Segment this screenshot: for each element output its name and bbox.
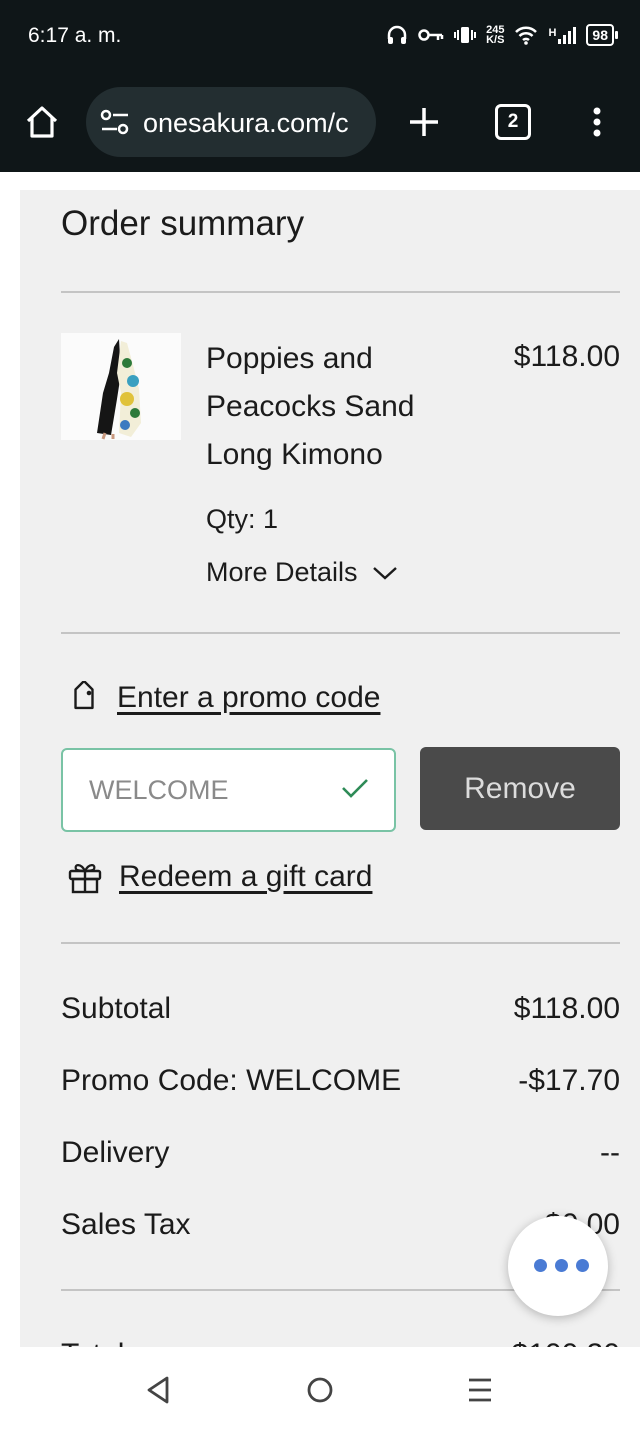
product-image[interactable] <box>61 333 181 440</box>
signal-icon: H <box>548 26 577 44</box>
page-content: Order summary Poppies and Peacocks Sand … <box>0 172 640 1347</box>
gift-icon <box>68 864 102 894</box>
home-icon[interactable] <box>22 102 62 142</box>
chevron-down-icon <box>372 566 397 580</box>
check-icon <box>342 779 368 798</box>
promo-value: -$17.70 <box>518 1064 620 1097</box>
address-bar[interactable]: onesakura.com/c <box>86 87 376 157</box>
headphones-icon <box>387 25 407 44</box>
tab-count: 2 <box>507 111 519 132</box>
status-icons: 245 K/S H 98 <box>386 20 618 50</box>
wifi-icon <box>515 26 538 45</box>
promo-code-field[interactable] <box>61 748 396 832</box>
home-circle-icon[interactable] <box>305 1375 335 1405</box>
browser-toolbar: onesakura.com/c 2 <box>0 72 640 172</box>
gift-card-link[interactable]: Redeem a gift card <box>67 860 372 894</box>
divider <box>61 632 620 634</box>
promo-code-link[interactable]: Enter a promo code <box>67 681 380 715</box>
vpn-key-icon <box>418 29 444 41</box>
product-name[interactable]: Poppies and Peacocks Sand Long Kimono <box>206 335 446 479</box>
remove-promo-button[interactable]: Remove <box>420 747 620 830</box>
delivery-label: Delivery <box>61 1136 170 1169</box>
tabs-icon[interactable]: 2 <box>495 104 531 140</box>
sales-tax-label: Sales Tax <box>61 1208 191 1241</box>
product-price: $118.00 <box>513 340 620 373</box>
order-summary-panel: Order summary Poppies and Peacocks Sand … <box>20 190 640 1347</box>
promo-code-input[interactable] <box>87 770 331 810</box>
product-quantity: Qty: 1 <box>206 504 279 534</box>
menu-icon[interactable] <box>582 102 612 142</box>
system-nav-bar <box>0 1347 640 1433</box>
network-speed: 245 K/S <box>486 24 505 46</box>
promo-code-label[interactable]: Enter a promo code <box>117 681 380 715</box>
back-icon[interactable] <box>145 1375 171 1405</box>
url-text[interactable]: onesakura.com/c <box>143 108 369 139</box>
divider <box>61 942 620 944</box>
subtotal-value: $118.00 <box>513 992 620 1025</box>
order-summary-title: Order summary <box>61 204 305 243</box>
tag-icon <box>74 681 94 710</box>
battery-icon: 98 <box>586 24 618 46</box>
delivery-value: -- <box>600 1136 620 1169</box>
vibrate-icon <box>454 27 477 43</box>
promo-label: Promo Code: WELCOME <box>61 1064 402 1097</box>
subtotal-label: Subtotal <box>61 992 172 1025</box>
status-time: 6:17 a. m. <box>28 24 122 47</box>
total-label: Total <box>61 1338 124 1347</box>
status-bar: 6:17 a. m. 245 K/S H 98 <box>0 0 640 72</box>
divider <box>61 291 620 293</box>
more-dots-icon <box>534 1259 589 1272</box>
new-tab-icon[interactable] <box>404 102 444 142</box>
recents-icon[interactable] <box>467 1377 493 1403</box>
chat-fab-button[interactable] <box>508 1216 608 1316</box>
more-details-label: More Details <box>206 557 358 587</box>
gift-card-label[interactable]: Redeem a gift card <box>119 860 372 894</box>
site-settings-icon[interactable] <box>100 109 130 135</box>
total-value: $100.30 <box>512 1338 620 1347</box>
more-details-toggle[interactable]: More Details <box>206 557 398 588</box>
